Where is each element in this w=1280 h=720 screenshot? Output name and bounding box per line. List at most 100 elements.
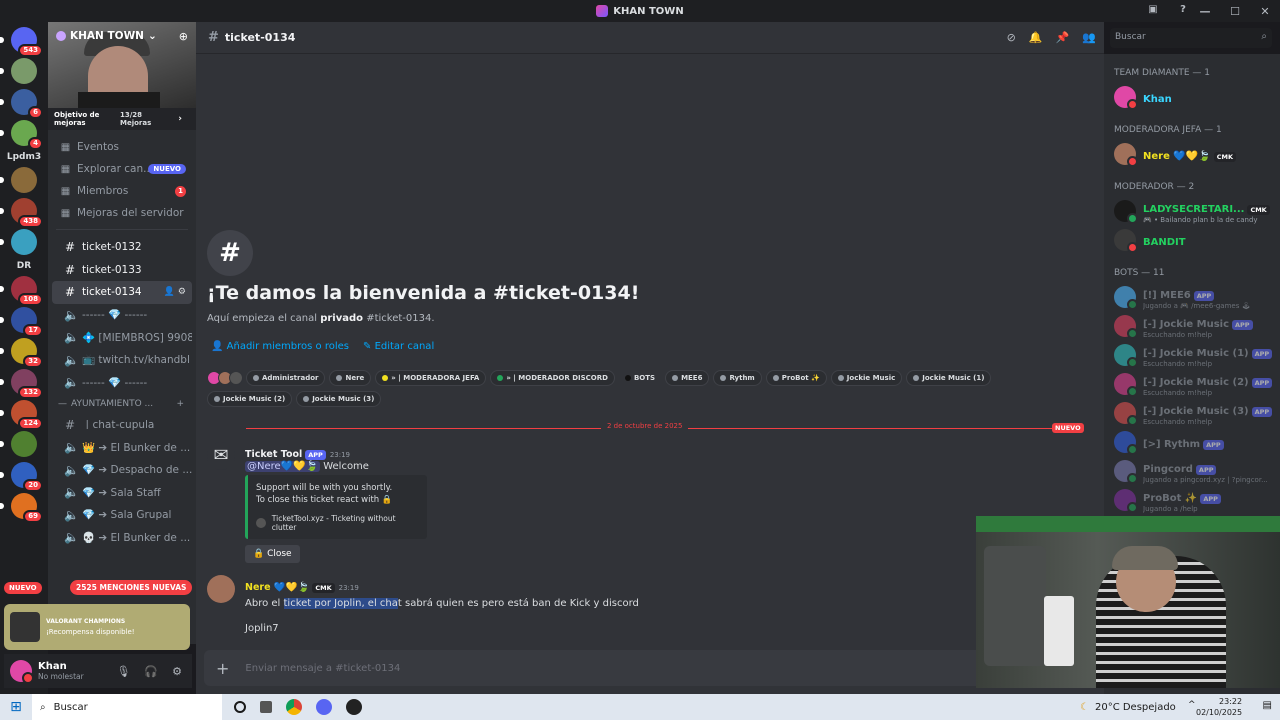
channel-item[interactable]: 🔈 💎 ➔ Despacho de ... [52,459,192,482]
role-chip[interactable]: Jockie Music (1) [906,370,992,386]
server-13[interactable]: 132 [0,369,43,399]
taskbar-clock[interactable]: 23:22 02/10/2025 [1196,696,1242,718]
notifications-icon[interactable]: ▤ [1263,700,1272,711]
role-chip[interactable]: » | MODERADORA JEFA [375,370,487,386]
maximize-button[interactable]: ☐ [1220,5,1250,18]
server-10[interactable]: 108 [0,276,43,306]
minimize-button[interactable]: — [1190,5,1220,18]
channel-settings-icon[interactable]: 👤 ⚙ [164,287,186,297]
guild-banner[interactable]: KHAN TOWN ⌄ ⊕ [48,22,196,116]
channel-item[interactable]: # ticket-0133 [52,259,192,282]
channel-item[interactable]: 🔈 💎 ➔ Sala Staff [52,481,192,504]
message-author[interactable]: Nere 💙💛🍃 [245,582,309,593]
role-chip[interactable]: Jockie Music [830,370,903,386]
channel-item[interactable]: 🔈 ------ 💎 ------ [52,304,192,327]
server-4[interactable]: 4 [0,120,43,150]
weather-widget[interactable]: ☾ 20°C Despejado [1080,694,1176,720]
ticket-tool-avatar[interactable]: ✉ [207,442,235,470]
inbox-icon[interactable]: ▣ [1146,4,1160,18]
role-chip[interactable]: BOTS [619,370,661,386]
pin-icon[interactable]: 📌 [1056,31,1070,44]
channel-item[interactable]: 🔈 💀 ➔ El Bunker de ... [52,526,192,549]
role-chip[interactable]: Jockie Music (2) [207,391,293,407]
nav-item-2[interactable]: ▦ Miembros 1 [48,180,196,202]
server-3[interactable]: 6 [0,89,43,119]
close-ticket-button[interactable]: 🔒 Close [245,545,300,563]
role-chip[interactable]: ProBot ✨ [765,370,827,386]
server-17[interactable]: 69 [0,493,43,523]
taskbar-search[interactable]: ⌕ Buscar [32,694,222,720]
nere-avatar[interactable] [207,575,235,603]
member-row[interactable]: [>] Rythm APP [1104,427,1280,456]
member-list-icon[interactable]: 👥 [1082,31,1096,44]
discord-taskbar-icon[interactable] [316,699,332,715]
server-12[interactable]: 32 [0,338,43,368]
channel-item[interactable]: 🔈 ------ 💎 ------ [52,371,192,394]
member-row[interactable]: LADYSECRETARI... CMK 🎮 • Bailando plan b l… [1104,196,1280,225]
role-chip[interactable]: Nere [329,370,372,386]
role-chip[interactable]: Rythm [713,370,762,386]
channel-item[interactable]: # ticket-0132 [52,236,192,259]
server-2[interactable] [0,58,37,84]
task-view-icon[interactable] [260,701,272,713]
member-row[interactable]: [-] Jockie Music APP Escuchando m!help [1104,311,1280,340]
member-row[interactable]: [-] Jockie Music (1) APP Escuchando m!help [1104,340,1280,369]
new-mentions-button[interactable]: 2525 MENCIONES NUEVAS [70,580,193,595]
user-avatar[interactable] [10,660,34,684]
user-mention[interactable]: @Nere💙💛🍃 [245,461,321,472]
discord-home[interactable]: 543 [0,27,43,57]
role-chip[interactable]: Jockie Music (3) [296,391,382,407]
nav-item-0[interactable]: ▦ Eventos [48,136,196,158]
close-window-button[interactable]: ✕ [1250,5,1280,18]
member-row[interactable]: [!] MEE6 APP Jugando a 🎮 /mee6-games 🕹 [1104,282,1280,311]
channel-item[interactable]: # ticket-0134 👤 ⚙ [52,281,192,304]
bell-icon[interactable]: 🔔 [1029,31,1043,44]
member-row[interactable]: Khan [1104,82,1280,111]
threads-icon[interactable]: ⊘ [1007,31,1016,44]
server-15[interactable] [0,431,37,457]
member-row[interactable]: BANDIT [1104,225,1280,254]
edit-channel-link[interactable]: ✎ Editar canal [363,341,434,352]
windows-start-icon[interactable]: ⊞ [0,699,32,715]
nav-item-1[interactable]: ▦ Explorar can... NUEVO [48,158,196,180]
obs-icon[interactable] [346,699,362,715]
add-channel-icon[interactable]: + [176,399,184,409]
message-composer[interactable]: + Enviar mensaje a #ticket-0134 [204,650,1096,686]
user-info[interactable]: Khan No molestar [38,661,84,681]
server-16[interactable]: 20 [0,462,43,492]
channel-item[interactable]: # 〡chat-cupula [52,414,192,437]
role-chip[interactable]: » | MODERADOR DISCORD [490,370,615,386]
server-7[interactable]: 438 [0,198,43,228]
member-row[interactable]: [-] Jockie Music (2) APP Escuchando m!help [1104,369,1280,398]
cortana-icon[interactable] [234,701,246,713]
member-row[interactable]: [-] Jockie Music (3) APP Escuchando m!help [1104,398,1280,427]
tray-chevron-icon[interactable]: ^ [1188,700,1196,710]
search-input[interactable]: Buscar ⌕ [1110,28,1272,48]
channel-item[interactable]: 🔈 📺 twitch.tv/khandbl [52,349,192,372]
member-row[interactable]: Nere 💙💛🍃 CMK [1104,139,1280,168]
nav-item-3[interactable]: ▦ Mejoras del servidor [48,202,196,224]
server-6[interactable] [0,167,37,193]
server-14[interactable]: 124 [0,400,43,430]
category-ayuntamiento[interactable]: — AYUNTAMIENTO ... + [48,394,196,414]
member-avatars[interactable] [207,371,243,385]
message-author[interactable]: Ticket Tool [245,449,302,460]
headphones-icon[interactable]: 🎧 [144,665,158,678]
add-members-link[interactable]: 👤 Añadir miembros o roles [211,341,349,352]
server-dr[interactable]: DR [0,261,48,271]
server-11[interactable]: 17 [0,307,43,337]
invite-icon[interactable]: ⊕ [179,30,188,43]
channel-item[interactable]: 🔈 👑 ➔ El Bunker de ... [52,436,192,459]
role-chip[interactable]: Administrador [246,370,326,386]
chrome-icon[interactable] [286,699,302,715]
guild-name[interactable]: KHAN TOWN ⌄ [56,30,157,42]
role-chip[interactable]: MEE6 [665,370,710,386]
channel-item[interactable]: 🔈 💠 [MIEMBROS] 9908 [52,326,192,349]
settings-gear-icon[interactable]: ⚙ [172,665,182,678]
channel-item[interactable]: 🔈 💎 ➔ Sala Grupal [52,504,192,527]
microphone-icon[interactable]: 🎙 [116,665,130,678]
server-8[interactable] [0,229,37,255]
promo-card[interactable]: VALORANT CHAMPIONS ¡Recompensa disponibl… [4,604,190,650]
add-attachment-icon[interactable]: + [216,659,229,678]
member-row[interactable]: Pingcord APP Jugando a pingcord.xyz | ?pin… [1104,456,1280,485]
